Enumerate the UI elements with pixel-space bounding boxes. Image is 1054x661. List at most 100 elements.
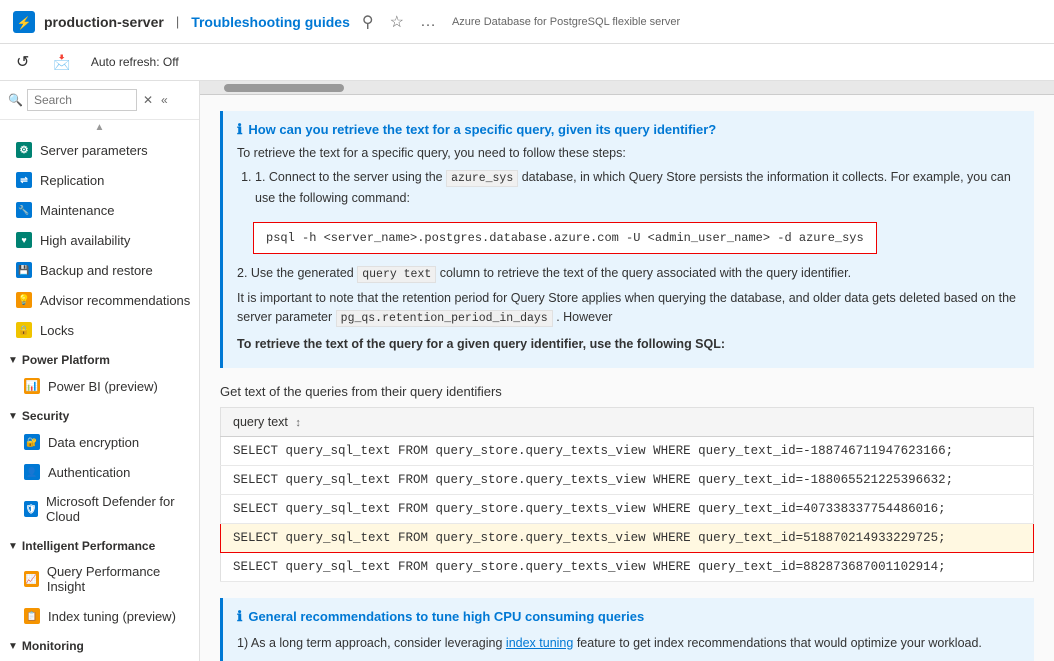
- table-row-highlighted[interactable]: SELECT query_sql_text FROM query_store.q…: [221, 524, 1034, 553]
- sidebar-item-replication[interactable]: ⇌ Replication: [0, 165, 199, 195]
- svg-text:⚡: ⚡: [17, 16, 32, 30]
- sidebar-item-data-encryption[interactable]: 🔐 Data encryption: [0, 427, 199, 457]
- query-cell-highlighted: SELECT query_sql_text FROM query_store.q…: [221, 524, 1034, 553]
- index-tuning-link[interactable]: index tuning: [506, 636, 573, 650]
- replication-icon: ⇌: [16, 172, 32, 188]
- sidebar-item-label: Microsoft Defender for Cloud: [46, 494, 191, 524]
- psql-command: psql -h <server_name>.postgres.database.…: [253, 222, 877, 254]
- info-intro: To retrieve the text for a specific quer…: [237, 144, 1020, 163]
- section-monitoring[interactable]: ▼ Monitoring: [0, 631, 199, 657]
- backup-restore-icon: 💾: [16, 262, 32, 278]
- sidebar-item-label: Server parameters: [40, 143, 148, 158]
- collapse-icon: ▼: [8, 641, 18, 652]
- query-performance-icon: 📈: [24, 571, 39, 587]
- section-label: Power Platform: [22, 353, 110, 367]
- horizontal-scrollbar[interactable]: [200, 81, 1054, 95]
- scrollbar-thumb[interactable]: [224, 84, 344, 92]
- sidebar-item-label: Data encryption: [48, 435, 139, 450]
- query-text-header: query text ↕: [221, 408, 1034, 437]
- table-section: Get text of the queries from their query…: [220, 384, 1034, 582]
- query-cell: SELECT query_sql_text FROM query_store.q…: [221, 466, 1034, 495]
- recommendations-box: ℹ General recommendations to tune high C…: [220, 598, 1034, 661]
- header-row: query text ↕: [221, 408, 1034, 437]
- table-row[interactable]: SELECT query_sql_text FROM query_store.q…: [221, 437, 1034, 466]
- server-parameters-icon: ⚙: [16, 142, 32, 158]
- retrieve-sql-text: To retrieve the text of the query for a …: [237, 337, 725, 351]
- auto-refresh-control[interactable]: Auto refresh: Off: [91, 55, 179, 69]
- app-icon: ⚡: [12, 10, 36, 34]
- page-title: Troubleshooting guides: [191, 14, 350, 30]
- content-area: ℹ How can you retrieve the text for a sp…: [200, 81, 1054, 661]
- feedback-button[interactable]: 📩: [49, 52, 74, 73]
- sidebar-item-label: Replication: [40, 173, 104, 188]
- sidebar-item-alerts[interactable]: 🔔 Alerts: [0, 657, 199, 661]
- sidebar-item-server-parameters[interactable]: ⚙ Server parameters: [0, 135, 199, 165]
- collapse-icon: ▼: [8, 355, 18, 366]
- rec-1: 1) As a long term approach, consider lev…: [237, 633, 1020, 653]
- table-header: query text ↕: [221, 408, 1034, 437]
- table-row[interactable]: SELECT query_sql_text FROM query_store.q…: [221, 495, 1034, 524]
- sidebar-item-label: Locks: [40, 323, 74, 338]
- clear-search-button[interactable]: ✕: [143, 93, 153, 107]
- search-input[interactable]: [27, 89, 137, 111]
- rec-title-text: General recommendations to tune high CPU…: [248, 609, 644, 624]
- step-1: 1. Connect to the server using the azure…: [255, 167, 1020, 208]
- more-button[interactable]: …: [416, 11, 440, 33]
- sidebar-item-high-availability[interactable]: ♥ High availability: [0, 225, 199, 255]
- query-table: query text ↕ SELECT query_sql_text FROM …: [220, 407, 1034, 582]
- sidebar-item-label: High availability: [40, 233, 130, 248]
- table-title: Get text of the queries from their query…: [220, 384, 1034, 399]
- maintenance-icon: 🔧: [16, 202, 32, 218]
- sidebar-item-locks[interactable]: 🔒 Locks: [0, 315, 199, 345]
- query-cell: SELECT query_sql_text FROM query_store.q…: [221, 495, 1034, 524]
- advisor-icon: 💡: [16, 292, 32, 308]
- sidebar-item-authentication[interactable]: 👤 Authentication: [0, 457, 199, 487]
- retrieve-sql-label: To retrieve the text of the query for a …: [237, 335, 1020, 354]
- refresh-button[interactable]: ↺: [12, 50, 33, 74]
- main-layout: 🔍 ✕ « ▲ ⚙ Server parameters ⇌ Replicatio…: [0, 81, 1054, 661]
- sidebar-item-maintenance[interactable]: 🔧 Maintenance: [0, 195, 199, 225]
- collapse-sidebar-button[interactable]: «: [161, 93, 168, 107]
- collapse-icon: ▼: [8, 411, 18, 422]
- table-row[interactable]: SELECT query_sql_text FROM query_store.q…: [221, 466, 1034, 495]
- info-box-query: ℹ How can you retrieve the text for a sp…: [220, 111, 1034, 368]
- step2-suffix: column to retrieve the text of the query…: [440, 266, 851, 280]
- rec1-suffix: feature to get index recommendations tha…: [577, 636, 982, 650]
- rec-info-icon: ℹ: [237, 608, 242, 625]
- sidebar-item-microsoft-defender[interactable]: 🛡 Microsoft Defender for Cloud: [0, 487, 199, 531]
- sidebar-item-label: Index tuning (preview): [48, 609, 176, 624]
- sort-icon[interactable]: ↕: [295, 417, 301, 429]
- top-bar: ⚡ production-server | Troubleshooting gu…: [0, 0, 1054, 44]
- sidebar-item-backup-restore[interactable]: 💾 Backup and restore: [0, 255, 199, 285]
- sidebar-item-label: Power BI (preview): [48, 379, 158, 394]
- sidebar-item-index-tuning[interactable]: 📋 Index tuning (preview): [0, 601, 199, 631]
- section-power-platform[interactable]: ▼ Power Platform: [0, 345, 199, 371]
- section-intelligent-performance[interactable]: ▼ Intelligent Performance: [0, 531, 199, 557]
- favorite-button[interactable]: ☆: [386, 10, 408, 34]
- note-suffix: . However: [556, 310, 612, 324]
- search-icon: 🔍: [8, 93, 23, 107]
- section-security[interactable]: ▼ Security: [0, 401, 199, 427]
- defender-icon: 🛡: [24, 501, 38, 517]
- sidebar-item-power-bi[interactable]: 📊 Power BI (preview): [0, 371, 199, 401]
- retention-note: It is important to note that the retenti…: [237, 289, 1020, 327]
- sidebar-item-advisor[interactable]: 💡 Advisor recommendations: [0, 285, 199, 315]
- high-availability-icon: ♥: [16, 232, 32, 248]
- step2-prefix: 2. Use the generated: [237, 266, 354, 280]
- step-2: 2. Use the generated query text column t…: [237, 264, 1020, 283]
- authentication-icon: 👤: [24, 464, 40, 480]
- info-box-title: ℹ How can you retrieve the text for a sp…: [237, 121, 1020, 138]
- table-row[interactable]: SELECT query_sql_text FROM query_store.q…: [221, 553, 1034, 582]
- sidebar-item-label: Query Performance Insight: [47, 564, 191, 594]
- sidebar-item-label: Backup and restore: [40, 263, 153, 278]
- collapse-icon: ▼: [8, 541, 18, 552]
- server-name: production-server: [44, 14, 164, 30]
- toolbar: ↺ 📩 Auto refresh: Off: [0, 44, 1054, 81]
- power-bi-icon: 📊: [24, 378, 40, 394]
- section-label: Intelligent Performance: [22, 539, 155, 553]
- sidebar-item-query-performance[interactable]: 📈 Query Performance Insight: [0, 557, 199, 601]
- pin-button[interactable]: ⚲: [358, 10, 378, 34]
- section-label: Monitoring: [22, 639, 84, 653]
- sidebar-scroll-up: ▲: [0, 120, 199, 135]
- query-cell: SELECT query_sql_text FROM query_store.q…: [221, 553, 1034, 582]
